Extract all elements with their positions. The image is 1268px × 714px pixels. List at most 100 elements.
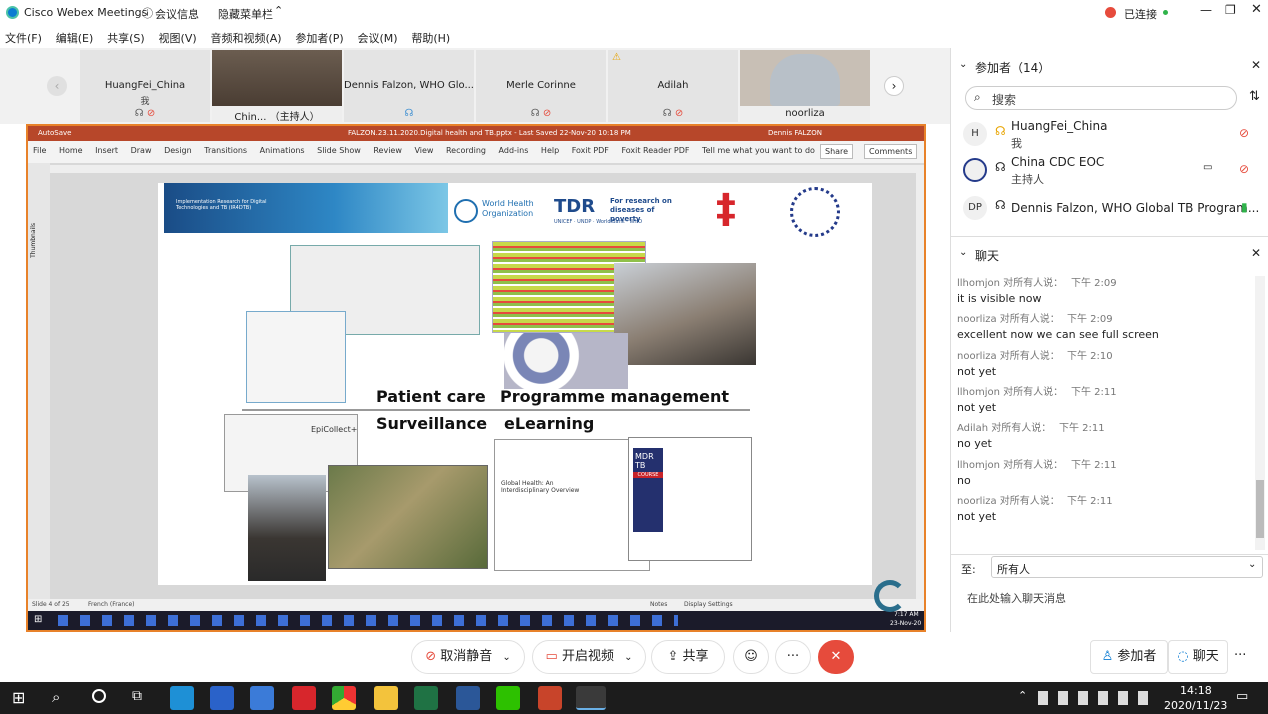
menu-share[interactable]: 共享(S) [102,26,150,50]
video-tile[interactable]: HuangFei_China 我 ☊ ⊘ [80,50,210,122]
hide-menu-button[interactable]: 隐藏菜单栏 [218,6,273,22]
menu-edit[interactable]: 编辑(E) [51,26,99,50]
menu-view[interactable]: 视图(V) [154,26,202,50]
end-meeting-button[interactable]: ✕ [818,640,854,674]
next-page-button[interactable]: › [884,76,904,96]
slide[interactable]: Implementation Research for Digital Tech… [158,183,872,585]
webex-icon[interactable] [576,686,606,710]
excel-icon[interactable] [414,686,438,710]
mic-muted-icon[interactable]: ⊘ [1239,162,1249,176]
ribbon-tab[interactable]: Help [536,141,564,160]
chat-scroll-thumb[interactable] [1256,480,1264,538]
chat-scrollbar[interactable] [1255,276,1265,550]
shared-screen[interactable]: AutoSave FALZON.23.11.2020.Digital healt… [26,124,926,632]
ribbon-tab[interactable]: Foxit Reader PDF [616,141,694,160]
start-video-button[interactable]: ▭ 开启视频 ⌄ [532,640,646,674]
vertical-scrollbar[interactable] [916,173,924,599]
ribbon-tab[interactable]: Transitions [199,141,252,160]
chrome-icon[interactable] [332,686,356,710]
menu-help[interactable]: 帮助(H) [406,26,455,50]
file-explorer-icon[interactable] [374,686,398,710]
tray-chevron-up-icon[interactable]: ⌃ [1018,689,1027,702]
tell-me-box[interactable]: Tell me what you want to do [697,141,820,160]
video-tile[interactable]: noorliza [740,50,870,122]
ribbon-tab[interactable]: Review [368,141,407,160]
close-button[interactable]: ✕ [1251,2,1262,17]
shield-icon[interactable] [210,686,234,710]
messenger-icon[interactable] [250,686,274,710]
video-tile[interactable]: Dennis Falzon, WHO Glo... ☊ [344,50,474,122]
chevron-down-icon[interactable]: ⌄ [502,652,510,663]
ribbon-tab[interactable]: File [28,141,51,160]
chat-panel-button[interactable]: ◌ 聊天 [1168,640,1228,674]
chevron-down-icon[interactable]: ⌄ [959,247,967,258]
menu-audio-video[interactable]: 音频和视频(A) [205,26,286,50]
more-options-button[interactable]: ··· [775,640,811,674]
video-tile[interactable]: Merle Corinne ☊ ⊘ [476,50,606,122]
slide-divider-line [242,409,750,411]
wechat-icon[interactable] [496,686,520,710]
menu-participants[interactable]: 参加者(P) [290,26,348,50]
ribbon-tab[interactable]: Design [159,141,197,160]
tile-name: Dennis Falzon, WHO Glo... [344,80,474,91]
meeting-info-button[interactable]: 会议信息 [155,6,199,22]
video-tile[interactable]: ⚠ Adilah ☊ ⊘ [608,50,738,122]
ribbon-tab[interactable]: Draw [126,141,157,160]
ribbon-tab[interactable]: Animations [255,141,310,160]
chevron-up-icon[interactable]: ⌃ [274,4,283,17]
document-title: FALZON.23.11.2020.Digital health and TB.… [348,129,631,137]
recipient-select[interactable]: 所有人 ⌄ [991,556,1263,578]
participant-row[interactable]: ☊ China CDC EOC 主持人 ▭ ⊘ [951,152,1261,188]
start-video-label: 开启视频 [561,649,614,664]
menu-meeting[interactable]: 会议(M) [352,26,402,50]
participant-row[interactable]: DP ☊ Dennis Falzon, WHO Global TB Progra… [951,190,1261,226]
ppt-status-bar: Slide 4 of 25 French (France) Notes Disp… [28,599,924,611]
word-icon[interactable] [456,686,480,710]
mic-muted-icon[interactable]: ⊘ [1239,126,1249,140]
reactions-button[interactable]: ☺ [733,640,769,674]
ribbon-tab[interactable]: Slide Show [312,141,366,160]
video-tile[interactable]: Chin... （主持人） [212,50,342,123]
thumbnails-label: Thumbnails [30,223,37,258]
search-input[interactable]: 搜索 [992,91,1016,108]
participants-panel-button[interactable]: ♙ 参加者 [1090,640,1168,674]
windows-start-icon[interactable]: ⊞ [12,688,25,707]
prev-page-button[interactable]: ‹ [47,76,67,96]
participant-row[interactable]: H ☊ HuangFei_China 我 ⊘ [951,116,1261,152]
search-icon[interactable]: ⌕ [52,688,60,706]
tile-name: Adilah [657,80,689,91]
clock-date[interactable]: 2020/11/23 [1164,699,1227,712]
sort-icon[interactable]: ⇅ [1249,89,1260,104]
more-panels-button[interactable]: ··· [1234,648,1246,663]
notification-icon[interactable]: ▭ [1236,689,1248,704]
chat-input[interactable]: 在此处输入聊天消息 [967,590,1066,606]
notes-button[interactable]: Notes [650,601,667,608]
ribbon-tab[interactable]: Recording [441,141,491,160]
ribbon-tab[interactable]: Home [54,141,88,160]
edge-icon[interactable] [170,686,194,710]
participant-search[interactable]: ⌕ 搜索 [965,86,1237,110]
ppt-comments-button[interactable]: Comments [864,144,918,159]
ribbon-tab[interactable]: Add-ins [494,141,534,160]
clock-time[interactable]: 14:18 [1180,684,1212,697]
share-button[interactable]: ⇪ 共享 [651,640,725,674]
ribbon-tab[interactable]: Insert [90,141,123,160]
powerpoint-icon[interactable] [538,686,562,710]
task-view-icon[interactable]: ⧉ [132,688,142,704]
chevron-down-icon[interactable]: ⌄ [624,652,632,663]
chevron-down-icon[interactable]: ⌄ [959,59,967,70]
ribbon-tab[interactable]: View [409,141,438,160]
ppt-share-button[interactable]: Share [820,144,854,159]
close-chat-button[interactable]: ✕ [1251,246,1261,260]
ribbon-tab[interactable]: Foxit PDF [567,141,614,160]
menu-file[interactable]: 文件(F) [0,26,47,50]
restore-button[interactable]: ❐ [1225,3,1236,17]
unmute-button[interactable]: ⊘ 取消静音 ⌄ [411,640,525,674]
thumbnails-pane[interactable]: Thumbnails [28,163,50,599]
mic-active-icon[interactable]: ▮ [1241,200,1248,214]
close-participants-button[interactable]: ✕ [1251,58,1261,72]
display-settings-button[interactable]: Display Settings [684,601,733,608]
cortana-icon[interactable] [92,689,106,703]
minimize-button[interactable]: — [1200,3,1212,17]
app-red-icon[interactable] [292,686,316,710]
